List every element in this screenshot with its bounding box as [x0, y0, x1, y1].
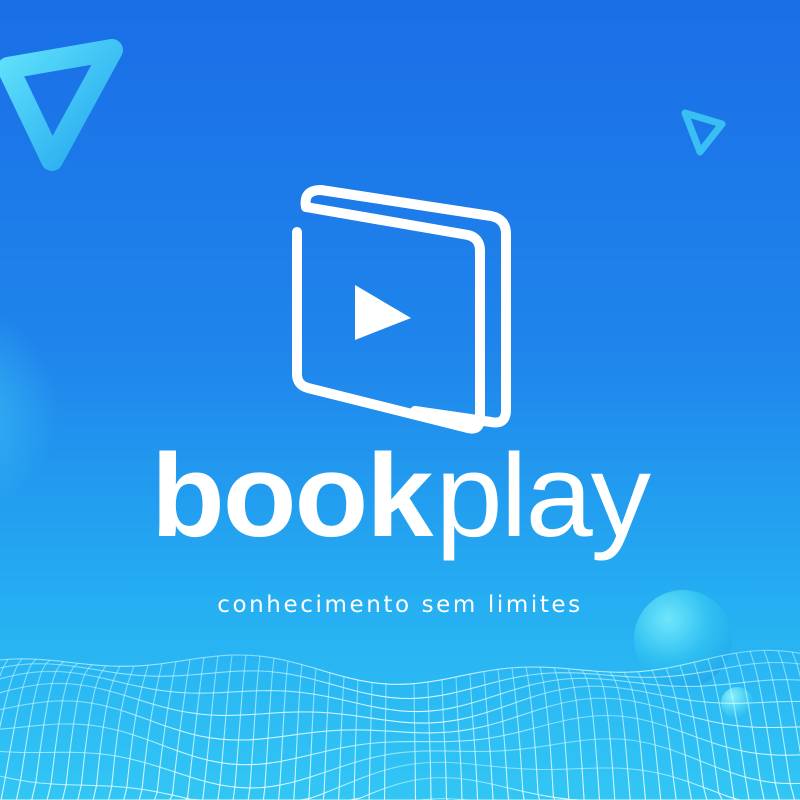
mesh-line: [108, 664, 149, 800]
mesh-line: [173, 657, 205, 800]
mesh-line: [441, 679, 449, 800]
mesh-line: [749, 651, 800, 800]
wave-mesh: [0, 649, 800, 800]
mesh-line: [367, 682, 373, 800]
mesh-line: [76, 666, 121, 800]
mesh-line: [222, 655, 247, 800]
mesh-line: [0, 659, 9, 678]
mesh-line: [763, 650, 800, 800]
mesh-line: [693, 662, 740, 800]
mesh-line: [427, 681, 433, 800]
mesh-line: [286, 664, 303, 800]
mesh-line: [455, 676, 465, 800]
mesh-line: [319, 672, 331, 800]
mesh-line: [238, 656, 261, 800]
mesh-line: [157, 659, 191, 800]
splash-screen: bookplay conhecimento sem limites: [0, 0, 800, 800]
mesh-line: [567, 668, 595, 800]
mesh-line: [270, 660, 289, 800]
mesh-line: [0, 658, 37, 800]
mesh-line: [335, 676, 345, 800]
mesh-line: [525, 667, 546, 800]
mesh-line: [302, 668, 317, 800]
mesh-line: [595, 670, 627, 800]
mesh-line: [483, 671, 498, 800]
mesh-line: [707, 658, 756, 800]
mesh-line: [581, 669, 611, 800]
mesh-line: [141, 661, 177, 800]
